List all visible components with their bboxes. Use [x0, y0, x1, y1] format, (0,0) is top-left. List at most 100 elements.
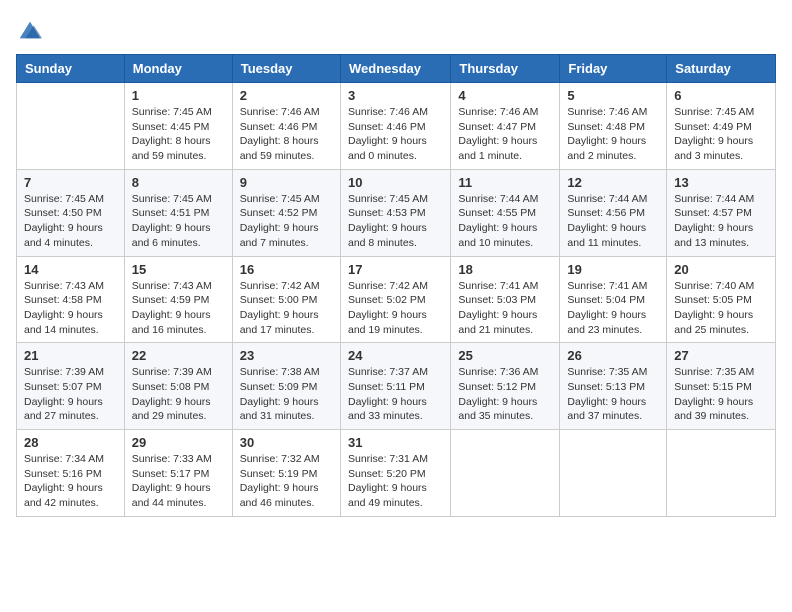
week-row-2: 7 Sunrise: 7:45 AM Sunset: 4:50 PM Daylig… — [17, 169, 776, 256]
calendar-cell: 9 Sunrise: 7:45 AM Sunset: 4:52 PM Daylig… — [232, 169, 340, 256]
day-number: 2 — [240, 88, 333, 103]
day-number: 1 — [132, 88, 225, 103]
week-row-1: 1 Sunrise: 7:45 AM Sunset: 4:45 PM Daylig… — [17, 83, 776, 170]
day-number: 4 — [458, 88, 552, 103]
week-row-4: 21 Sunrise: 7:39 AM Sunset: 5:07 PM Dayli… — [17, 343, 776, 430]
calendar-cell: 19 Sunrise: 7:41 AM Sunset: 5:04 PM Dayli… — [560, 256, 667, 343]
day-info: Sunrise: 7:34 AM Sunset: 5:16 PM Dayligh… — [24, 452, 117, 511]
day-number: 17 — [348, 262, 443, 277]
day-info: Sunrise: 7:45 AM Sunset: 4:50 PM Dayligh… — [24, 192, 117, 251]
calendar-cell: 12Sunrise: 7:44 AM Sunset: 4:56 PM Dayli… — [560, 169, 667, 256]
calendar-cell: 18 Sunrise: 7:41 AM Sunset: 5:03 PM Dayli… — [451, 256, 560, 343]
day-number: 24 — [348, 348, 443, 363]
calendar-cell: 7 Sunrise: 7:45 AM Sunset: 4:50 PM Daylig… — [17, 169, 125, 256]
day-info: Sunrise: 7:39 AM Sunset: 5:07 PM Dayligh… — [24, 365, 117, 424]
calendar-cell — [667, 430, 776, 517]
week-row-3: 14 Sunrise: 7:43 AM Sunset: 4:58 PM Dayli… — [17, 256, 776, 343]
day-header-monday: Monday — [124, 55, 232, 83]
day-number: 15 — [132, 262, 225, 277]
calendar-cell: 13Sunrise: 7:44 AM Sunset: 4:57 PM Dayli… — [667, 169, 776, 256]
calendar-cell: 23 Sunrise: 7:38 AM Sunset: 5:09 PM Dayli… — [232, 343, 340, 430]
day-number: 21 — [24, 348, 117, 363]
day-number: 18 — [458, 262, 552, 277]
calendar-cell: 2 Sunrise: 7:46 AM Sunset: 4:46 PM Daylig… — [232, 83, 340, 170]
day-header-wednesday: Wednesday — [340, 55, 450, 83]
calendar-cell: 25 Sunrise: 7:36 AM Sunset: 5:12 PM Dayli… — [451, 343, 560, 430]
day-info: Sunrise: 7:32 AM Sunset: 5:19 PM Dayligh… — [240, 452, 333, 511]
day-info: Sunrise: 7:36 AM Sunset: 5:12 PM Dayligh… — [458, 365, 552, 424]
calendar-cell: 6Sunrise: 7:45 AM Sunset: 4:49 PM Daylig… — [667, 83, 776, 170]
day-number: 7 — [24, 175, 117, 190]
day-info: Sunrise: 7:33 AM Sunset: 5:17 PM Dayligh… — [132, 452, 225, 511]
day-info: Sunrise: 7:46 AM Sunset: 4:46 PM Dayligh… — [348, 105, 443, 164]
day-number: 20 — [674, 262, 768, 277]
day-number: 26 — [567, 348, 659, 363]
calendar-cell: 26 Sunrise: 7:35 AM Sunset: 5:13 PM Dayli… — [560, 343, 667, 430]
calendar-cell: 28 Sunrise: 7:34 AM Sunset: 5:16 PM Dayli… — [17, 430, 125, 517]
day-number: 10 — [348, 175, 443, 190]
day-number: 14 — [24, 262, 117, 277]
calendar-cell: 27 Sunrise: 7:35 AM Sunset: 5:15 PM Dayli… — [667, 343, 776, 430]
calendar-cell: 1 Sunrise: 7:45 AM Sunset: 4:45 PM Daylig… — [124, 83, 232, 170]
day-number: 27 — [674, 348, 768, 363]
calendar-cell — [560, 430, 667, 517]
day-info: Sunrise: 7:41 AM Sunset: 5:03 PM Dayligh… — [458, 279, 552, 338]
day-number: 5 — [567, 88, 659, 103]
day-number: 23 — [240, 348, 333, 363]
day-number: 31 — [348, 435, 443, 450]
calendar-cell — [17, 83, 125, 170]
calendar-table: SundayMondayTuesdayWednesdayThursdayFrid… — [16, 54, 776, 517]
calendar-cell: 24 Sunrise: 7:37 AM Sunset: 5:11 PM Dayli… — [340, 343, 450, 430]
calendar-cell: 15 Sunrise: 7:43 AM Sunset: 4:59 PM Dayli… — [124, 256, 232, 343]
day-header-tuesday: Tuesday — [232, 55, 340, 83]
day-info: Sunrise: 7:35 AM Sunset: 5:15 PM Dayligh… — [674, 365, 768, 424]
day-info: Sunrise: 7:43 AM Sunset: 4:59 PM Dayligh… — [132, 279, 225, 338]
calendar-cell: 14 Sunrise: 7:43 AM Sunset: 4:58 PM Dayli… — [17, 256, 125, 343]
day-info: Sunrise: 7:38 AM Sunset: 5:09 PM Dayligh… — [240, 365, 333, 424]
calendar-cell: 31 Sunrise: 7:31 AM Sunset: 5:20 PM Dayli… — [340, 430, 450, 517]
day-number: 25 — [458, 348, 552, 363]
day-info: Sunrise: 7:43 AM Sunset: 4:58 PM Dayligh… — [24, 279, 117, 338]
calendar-cell: 4Sunrise: 7:46 AM Sunset: 4:47 PM Daylig… — [451, 83, 560, 170]
day-header-sunday: Sunday — [17, 55, 125, 83]
day-info: Sunrise: 7:44 AM Sunset: 4:57 PM Dayligh… — [674, 192, 768, 251]
day-info: Sunrise: 7:40 AM Sunset: 5:05 PM Dayligh… — [674, 279, 768, 338]
calendar-cell: 8 Sunrise: 7:45 AM Sunset: 4:51 PM Daylig… — [124, 169, 232, 256]
day-info: Sunrise: 7:46 AM Sunset: 4:46 PM Dayligh… — [240, 105, 333, 164]
day-info: Sunrise: 7:46 AM Sunset: 4:48 PM Dayligh… — [567, 105, 659, 164]
calendar-cell: 11 Sunrise: 7:44 AM Sunset: 4:55 PM Dayli… — [451, 169, 560, 256]
calendar-cell: 29 Sunrise: 7:33 AM Sunset: 5:17 PM Dayli… — [124, 430, 232, 517]
calendar-cell: 17Sunrise: 7:42 AM Sunset: 5:02 PM Dayli… — [340, 256, 450, 343]
day-number: 11 — [458, 175, 552, 190]
logo — [16, 16, 48, 44]
week-row-5: 28 Sunrise: 7:34 AM Sunset: 5:16 PM Dayli… — [17, 430, 776, 517]
day-number: 8 — [132, 175, 225, 190]
calendar-cell: 3 Sunrise: 7:46 AM Sunset: 4:46 PM Daylig… — [340, 83, 450, 170]
day-number: 9 — [240, 175, 333, 190]
calendar-cell: 22Sunrise: 7:39 AM Sunset: 5:08 PM Dayli… — [124, 343, 232, 430]
day-number: 12 — [567, 175, 659, 190]
day-info: Sunrise: 7:42 AM Sunset: 5:00 PM Dayligh… — [240, 279, 333, 338]
calendar-cell — [451, 430, 560, 517]
day-number: 28 — [24, 435, 117, 450]
day-info: Sunrise: 7:35 AM Sunset: 5:13 PM Dayligh… — [567, 365, 659, 424]
header-row: SundayMondayTuesdayWednesdayThursdayFrid… — [17, 55, 776, 83]
day-info: Sunrise: 7:31 AM Sunset: 5:20 PM Dayligh… — [348, 452, 443, 511]
day-info: Sunrise: 7:37 AM Sunset: 5:11 PM Dayligh… — [348, 365, 443, 424]
day-info: Sunrise: 7:45 AM Sunset: 4:53 PM Dayligh… — [348, 192, 443, 251]
day-number: 3 — [348, 88, 443, 103]
day-info: Sunrise: 7:45 AM Sunset: 4:45 PM Dayligh… — [132, 105, 225, 164]
logo-icon — [16, 16, 44, 44]
day-info: Sunrise: 7:45 AM Sunset: 4:51 PM Dayligh… — [132, 192, 225, 251]
day-number: 19 — [567, 262, 659, 277]
calendar-cell: 30Sunrise: 7:32 AM Sunset: 5:19 PM Dayli… — [232, 430, 340, 517]
day-number: 16 — [240, 262, 333, 277]
day-header-thursday: Thursday — [451, 55, 560, 83]
day-info: Sunrise: 7:45 AM Sunset: 4:49 PM Dayligh… — [674, 105, 768, 164]
day-number: 29 — [132, 435, 225, 450]
day-info: Sunrise: 7:41 AM Sunset: 5:04 PM Dayligh… — [567, 279, 659, 338]
day-info: Sunrise: 7:45 AM Sunset: 4:52 PM Dayligh… — [240, 192, 333, 251]
day-header-friday: Friday — [560, 55, 667, 83]
day-info: Sunrise: 7:44 AM Sunset: 4:55 PM Dayligh… — [458, 192, 552, 251]
day-number: 22 — [132, 348, 225, 363]
